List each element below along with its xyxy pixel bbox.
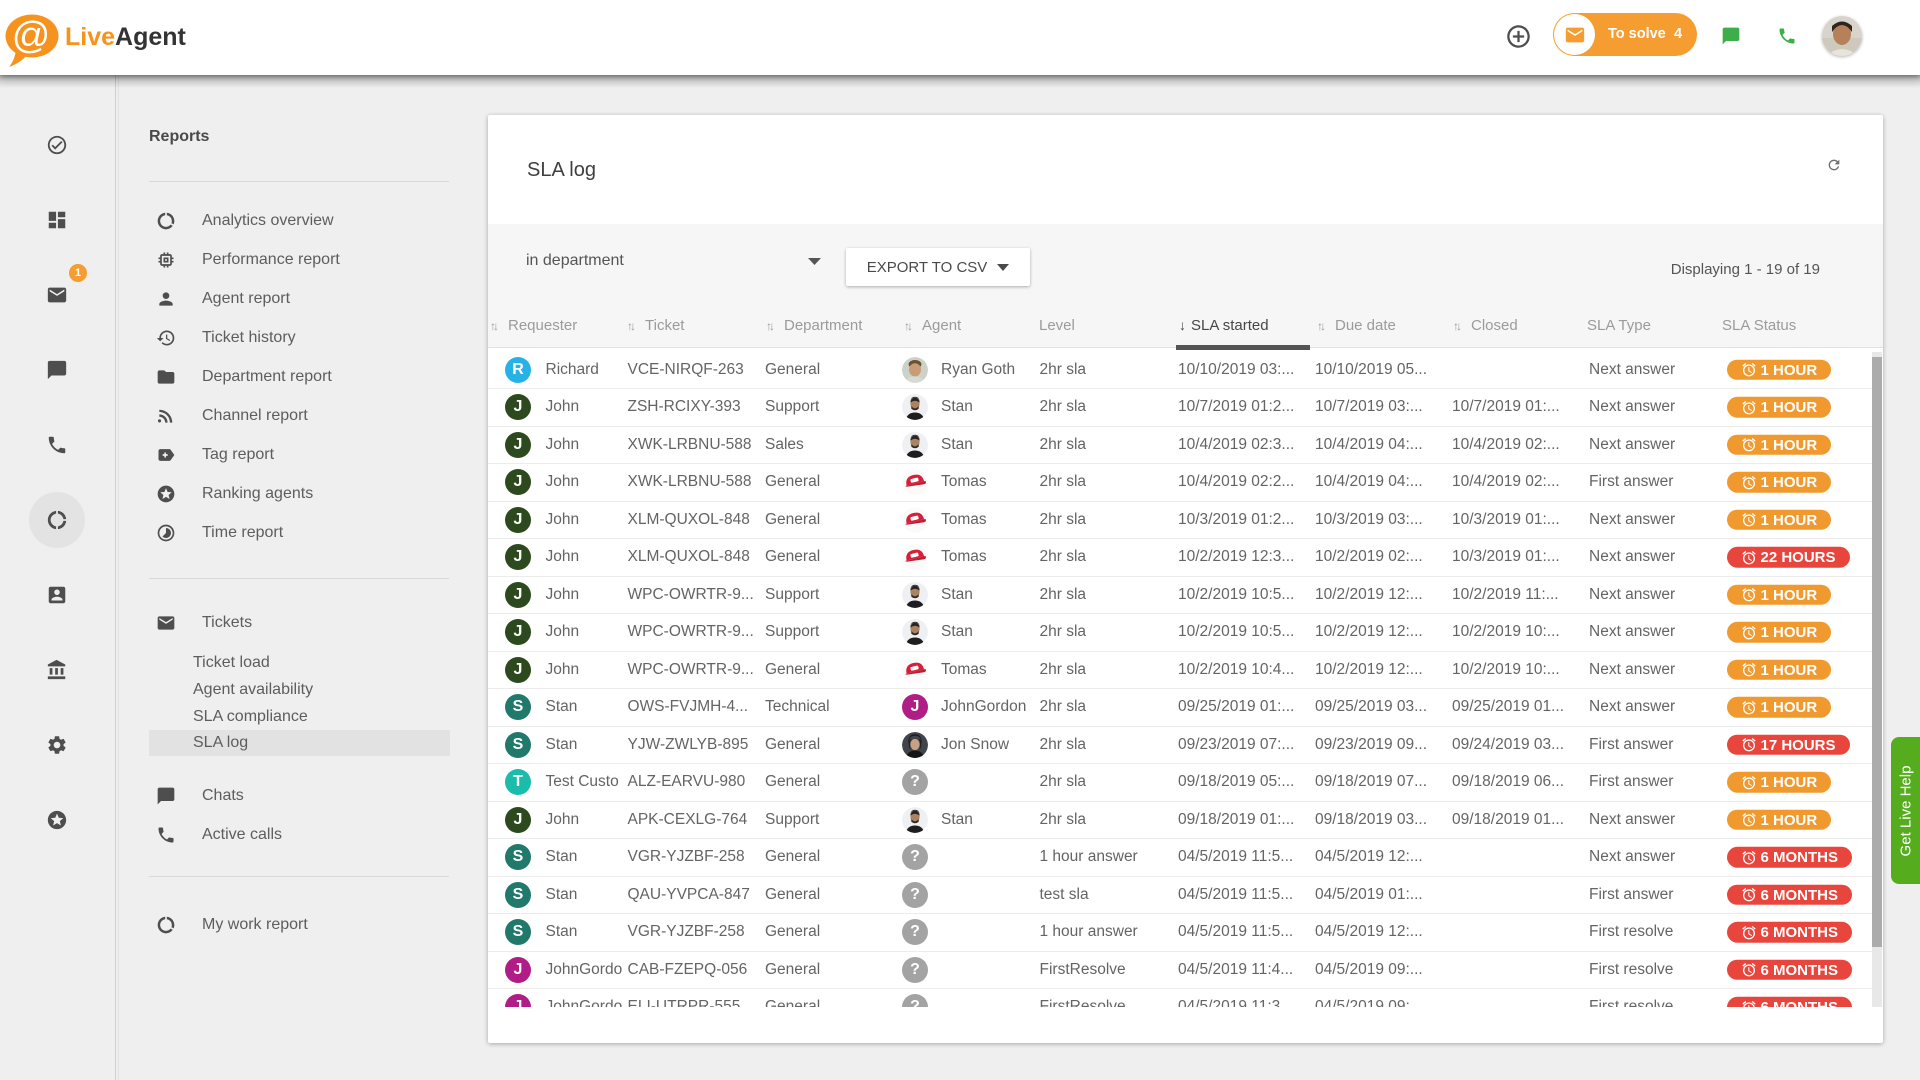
svg-text:@: @: [12, 15, 51, 57]
svg-text:LiveAgent: LiveAgent: [65, 23, 187, 51]
